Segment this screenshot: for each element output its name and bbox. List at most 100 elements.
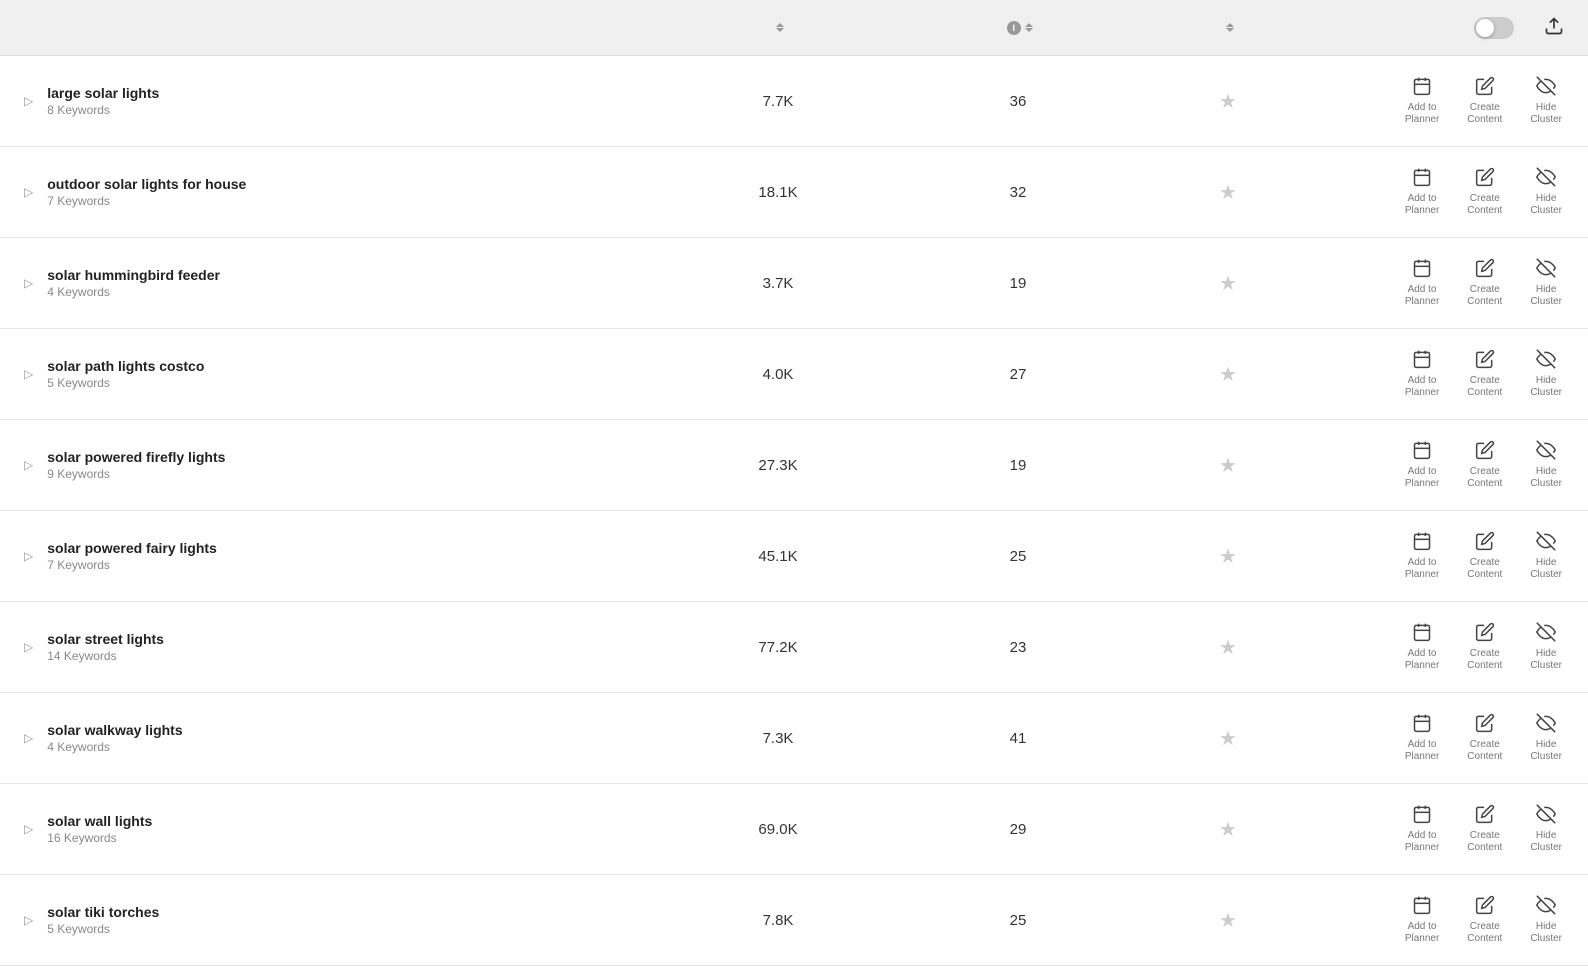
search-volume-col-header[interactable] [668,23,888,32]
create-content-button[interactable]: CreateContent [1461,709,1508,767]
expand-arrow-icon[interactable]: ▷ [20,181,37,203]
expand-arrow-icon[interactable]: ▷ [20,545,37,567]
create-content-button[interactable]: CreateContent [1461,891,1508,949]
search-volume-cell: 77.2K [668,639,888,656]
ranking-difficulty-cell: 23 [888,639,1148,656]
favorite-sort-icon[interactable] [1226,23,1234,32]
search-volume-cell: 3.7K [668,275,888,292]
create-content-button[interactable]: CreateContent [1461,618,1508,676]
favorite-cell[interactable]: ★ [1148,453,1308,478]
favorite-cell[interactable]: ★ [1148,726,1308,751]
export-button[interactable] [1540,12,1568,43]
create-content-button[interactable]: CreateContent [1461,254,1508,312]
favorite-star-icon[interactable]: ★ [1219,637,1237,659]
cluster-name: solar wall lights [47,813,152,829]
hide-cluster-button[interactable]: HideCluster [1524,436,1568,494]
add-to-planner-button[interactable]: Add toPlanner [1399,891,1445,949]
cluster-keywords-count: 8 Keywords [47,103,159,117]
expand-arrow-icon[interactable]: ▷ [20,818,37,840]
favorite-star-icon[interactable]: ★ [1219,546,1237,568]
expand-arrow-icon[interactable]: ▷ [20,909,37,931]
hide-cluster-button[interactable]: HideCluster [1524,254,1568,312]
create-content-button[interactable]: CreateContent [1461,72,1508,130]
create-content-button[interactable]: CreateContent [1461,345,1508,403]
actions-cell: Add toPlanner CreateContent [1308,527,1568,585]
search-volume-sort-icon[interactable] [776,23,784,32]
cluster-name: solar powered firefly lights [47,449,225,465]
add-to-planner-button[interactable]: Add toPlanner [1399,72,1445,130]
hide-cluster-button[interactable]: HideCluster [1524,709,1568,767]
expand-arrow-icon[interactable]: ▷ [20,363,37,385]
favorite-cell[interactable]: ★ [1148,89,1308,114]
calendar-icon [1412,713,1432,736]
create-content-icon [1475,167,1495,190]
add-to-planner-button[interactable]: Add toPlanner [1399,163,1445,221]
favorite-cell[interactable]: ★ [1148,180,1308,205]
hide-cluster-button[interactable]: HideCluster [1524,527,1568,585]
add-to-planner-button[interactable]: Add toPlanner [1399,618,1445,676]
favorite-cell[interactable]: ★ [1148,271,1308,296]
hide-cluster-button[interactable]: HideCluster [1524,618,1568,676]
hide-cluster-button[interactable]: HideCluster [1524,72,1568,130]
favorite-cell[interactable]: ★ [1148,635,1308,660]
add-to-planner-button[interactable]: Add toPlanner [1399,527,1445,585]
cluster-cell: ▷ solar walkway lights 4 Keywords [20,722,668,754]
create-content-label: CreateContent [1467,284,1502,308]
calendar-icon [1412,804,1432,827]
favorite-cell[interactable]: ★ [1148,362,1308,387]
add-to-planner-button[interactable]: Add toPlanner [1399,345,1445,403]
hide-cluster-button[interactable]: HideCluster [1524,891,1568,949]
ranking-difficulty-col-header[interactable]: i [888,21,1148,35]
favorite-cell[interactable]: ★ [1148,908,1308,933]
cluster-keywords-count: 7 Keywords [47,194,246,208]
favorite-star-icon[interactable]: ★ [1219,91,1237,113]
ranking-difficulty-cell: 19 [888,457,1148,474]
see-hidden-keywords-toggle[interactable] [1474,17,1514,39]
expand-arrow-icon[interactable]: ▷ [20,90,37,112]
favorite-cell[interactable]: ★ [1148,544,1308,569]
cluster-info: solar tiki torches 5 Keywords [47,904,159,936]
add-to-planner-button[interactable]: Add toPlanner [1399,436,1445,494]
favorite-star-icon[interactable]: ★ [1219,364,1237,386]
favorite-star-icon[interactable]: ★ [1219,455,1237,477]
create-content-button[interactable]: CreateContent [1461,527,1508,585]
favorite-cell[interactable]: ★ [1148,817,1308,842]
ranking-difficulty-info-icon[interactable]: i [1007,21,1021,35]
add-to-planner-button[interactable]: Add toPlanner [1399,709,1445,767]
hide-cluster-icon [1536,713,1556,736]
calendar-icon [1412,440,1432,463]
favorite-star-icon[interactable]: ★ [1219,273,1237,295]
expand-arrow-icon[interactable]: ▷ [20,727,37,749]
hide-cluster-icon [1536,622,1556,645]
hide-cluster-label: HideCluster [1530,102,1562,126]
expand-arrow-icon[interactable]: ▷ [20,636,37,658]
create-content-button[interactable]: CreateContent [1461,436,1508,494]
hide-cluster-icon [1536,895,1556,918]
cluster-info: large solar lights 8 Keywords [47,85,159,117]
ranking-difficulty-cell: 29 [888,821,1148,838]
cluster-keywords-count: 4 Keywords [47,285,220,299]
hide-cluster-button[interactable]: HideCluster [1524,345,1568,403]
add-to-planner-label: Add toPlanner [1405,466,1439,490]
add-to-planner-button[interactable]: Add toPlanner [1399,800,1445,858]
cluster-name: solar path lights costco [47,358,204,374]
ranking-difficulty-sort-icon[interactable] [1025,23,1033,32]
export-icon [1544,16,1564,36]
create-content-button[interactable]: CreateContent [1461,163,1508,221]
table-row: ▷ solar hummingbird feeder 4 Keywords 3.… [0,238,1588,329]
favorite-star-icon[interactable]: ★ [1219,910,1237,932]
favorite-star-icon[interactable]: ★ [1219,819,1237,841]
favorite-col-header[interactable] [1148,23,1308,32]
cluster-name: solar hummingbird feeder [47,267,220,283]
create-content-button[interactable]: CreateContent [1461,800,1508,858]
cluster-name: solar tiki torches [47,904,159,920]
hide-cluster-button[interactable]: HideCluster [1524,163,1568,221]
expand-arrow-icon[interactable]: ▷ [20,454,37,476]
favorite-star-icon[interactable]: ★ [1219,182,1237,204]
add-to-planner-button[interactable]: Add toPlanner [1399,254,1445,312]
favorite-star-icon[interactable]: ★ [1219,728,1237,750]
hide-cluster-button[interactable]: HideCluster [1524,800,1568,858]
table-row: ▷ solar powered fairy lights 7 Keywords … [0,511,1588,602]
rows-container: ▷ large solar lights 8 Keywords 7.7K 36 … [0,56,1588,966]
expand-arrow-icon[interactable]: ▷ [20,272,37,294]
